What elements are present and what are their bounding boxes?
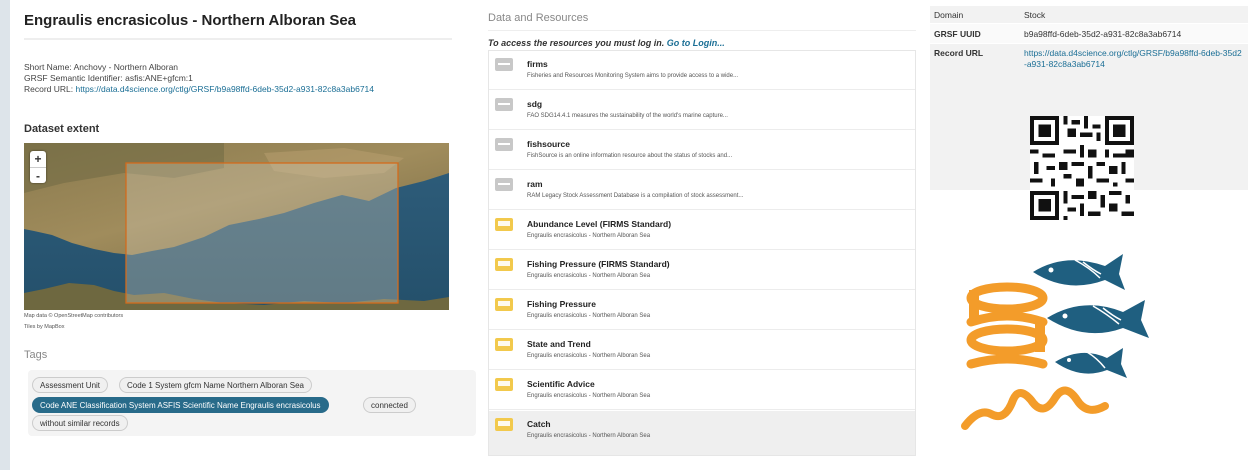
document-icon xyxy=(495,58,513,71)
data-file-icon xyxy=(495,258,513,271)
resource-title: Scientific Advice xyxy=(527,379,595,389)
resource-description: Engraulis encrasicolus - Northern Albora… xyxy=(527,353,651,359)
info-row-domain: Domain Stock xyxy=(930,6,1248,24)
record-url-label: Record URL xyxy=(934,48,984,58)
resource-item-selected[interactable]: Catch Engraulis encrasicolus - Northern … xyxy=(489,411,915,455)
resource-description: Fisheries and Resources Monitoring Syste… xyxy=(527,73,739,79)
resource-title: firms xyxy=(527,59,548,69)
domain-label: Domain xyxy=(934,10,964,20)
tag-code-1-system[interactable]: Code 1 System gfcm Name Northern Alboran… xyxy=(119,377,312,393)
tag-assessment-unit[interactable]: Assessment Unit xyxy=(32,377,109,393)
zoom-out-button[interactable]: - xyxy=(30,167,46,183)
resource-title: ram xyxy=(527,179,543,189)
extent-map[interactable]: + - xyxy=(24,143,449,310)
resource-item[interactable]: State and Trend Engraulis encrasicolus -… xyxy=(489,331,915,370)
document-icon xyxy=(495,178,513,191)
info-row-record-url: Record URL https://data.d4science.org/ct… xyxy=(930,44,1248,220)
login-link[interactable]: Go to Login... xyxy=(667,38,725,48)
resource-item[interactable]: sdg FAO SDG14.4.1 measures the sustainab… xyxy=(489,91,915,130)
resource-item[interactable]: Abundance Level (FIRMS Standard) Engraul… xyxy=(489,211,915,250)
resource-description: Engraulis encrasicolus - Northern Albora… xyxy=(527,273,651,279)
dataset-metadata: Short Name: Anchovy - Northern Alboran G… xyxy=(24,62,374,95)
record-url-link[interactable]: https://data.d4science.org/ctlg/GRSF/b9a… xyxy=(76,84,375,94)
data-file-icon xyxy=(495,218,513,231)
login-notice: To access the resources you must log in.… xyxy=(488,38,725,48)
resource-item[interactable]: Scientific Advice Engraulis encrasicolus… xyxy=(489,371,915,410)
info-row-uuid: GRSF UUID b9a98ffd-6deb-35d2-a931-82c8a3… xyxy=(930,24,1248,44)
tag-without-similar-records[interactable]: without similar records xyxy=(32,415,128,431)
resource-title: Catch xyxy=(527,419,551,429)
resource-description: Engraulis encrasicolus - Northern Albora… xyxy=(527,313,651,319)
uuid-value: b9a98ffd-6deb-35d2-a931-82c8a3ab6714 xyxy=(1024,29,1182,39)
data-file-icon xyxy=(495,418,513,431)
resource-description: RAM Legacy Stock Assessment Database is … xyxy=(527,193,744,199)
document-icon xyxy=(495,138,513,151)
data-file-icon xyxy=(495,338,513,351)
resource-item[interactable]: firms Fisheries and Resources Monitoring… xyxy=(489,51,915,90)
domain-value: Stock xyxy=(1024,10,1046,20)
map-terrain xyxy=(24,143,449,310)
title-divider xyxy=(24,38,452,40)
record-url-line: Record URL: https://data.d4science.org/c… xyxy=(24,84,374,95)
record-url-label: Record URL: xyxy=(24,84,76,94)
resource-item[interactable]: ram RAM Legacy Stock Assessment Database… xyxy=(489,171,915,210)
resource-description: FishSource is an online information reso… xyxy=(527,153,733,159)
resource-title: Fishing Pressure xyxy=(527,299,596,309)
record-url-link[interactable]: https://data.d4science.org/ctlg/GRSF/b9a… xyxy=(1024,48,1244,70)
page-title: Engraulis encrasicolus - Northern Albora… xyxy=(24,12,357,29)
grsf-logo xyxy=(961,254,1149,430)
tags-heading: Tags xyxy=(24,349,48,361)
tags-container: Assessment Unit Code 1 System gfcm Name … xyxy=(28,370,476,436)
resource-item[interactable]: Fishing Pressure (FIRMS Standard) Engrau… xyxy=(489,251,915,290)
tag-connected[interactable]: connected xyxy=(363,397,416,413)
dataset-extent-heading: Dataset extent xyxy=(24,123,100,135)
resource-description: FAO SDG14.4.1 measures the sustainabilit… xyxy=(527,113,728,119)
resources-heading: Data and Resources xyxy=(488,12,589,24)
resource-title: Fishing Pressure (FIRMS Standard) xyxy=(527,259,670,269)
uuid-label: GRSF UUID xyxy=(934,29,981,39)
resource-description: Engraulis encrasicolus - Northern Albora… xyxy=(527,233,651,239)
map-zoom-control: + - xyxy=(30,151,46,183)
qr-code xyxy=(1030,116,1134,220)
left-edge-strip xyxy=(0,0,10,470)
resource-list: firms Fisheries and Resources Monitoring… xyxy=(488,50,916,456)
tag-code-ane-classification[interactable]: Code ANE Classification System ASFIS Sci… xyxy=(32,397,329,413)
document-icon xyxy=(495,98,513,111)
data-file-icon xyxy=(495,378,513,391)
map-attribution: Map data © OpenStreetMap contributors xyxy=(24,313,124,319)
resource-title: State and Trend xyxy=(527,339,591,349)
resource-title: fishsource xyxy=(527,139,570,149)
short-name: Short Name: Anchovy - Northern Alboran xyxy=(24,62,179,72)
semantic-identifier: GRSF Semantic Identifier: asfis:ANE+gfcm… xyxy=(24,73,193,83)
resource-description: Engraulis encrasicolus - Northern Albora… xyxy=(527,393,651,399)
resource-title: sdg xyxy=(527,99,543,109)
resource-item[interactable]: fishsource FishSource is an online infor… xyxy=(489,131,915,170)
resource-item[interactable]: Fishing Pressure Engraulis encrasicolus … xyxy=(489,291,915,330)
zoom-in-button[interactable]: + xyxy=(30,151,46,167)
resources-divider xyxy=(488,30,916,31)
tiles-attribution: Tiles by MapBox xyxy=(24,324,65,330)
login-text: To access the resources you must log in. xyxy=(488,38,665,48)
resource-description: Engraulis encrasicolus - Northern Albora… xyxy=(527,433,651,439)
info-table: Domain Stock GRSF UUID b9a98ffd-6deb-35d… xyxy=(930,6,1248,220)
data-file-icon xyxy=(495,298,513,311)
resource-title: Abundance Level (FIRMS Standard) xyxy=(527,219,672,229)
